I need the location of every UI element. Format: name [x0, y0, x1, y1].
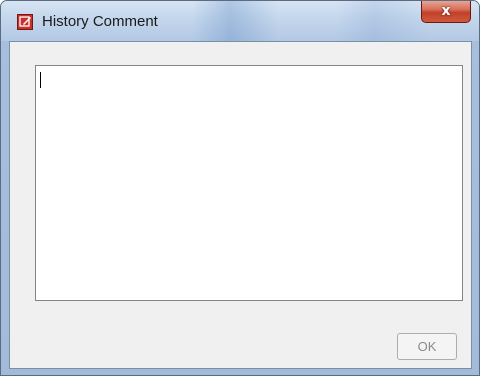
ok-button[interactable]: OK [397, 333, 457, 360]
comment-textarea[interactable] [35, 65, 463, 301]
close-button[interactable]: x [421, 1, 471, 23]
close-icon: x [441, 3, 451, 19]
history-comment-dialog: History Comment x OK [0, 0, 480, 376]
text-caret [40, 72, 41, 88]
edit-pencil-icon [17, 14, 33, 30]
title-bar[interactable]: History Comment x [1, 1, 479, 41]
dialog-body: OK [9, 41, 472, 369]
window-title: History Comment [42, 13, 158, 30]
